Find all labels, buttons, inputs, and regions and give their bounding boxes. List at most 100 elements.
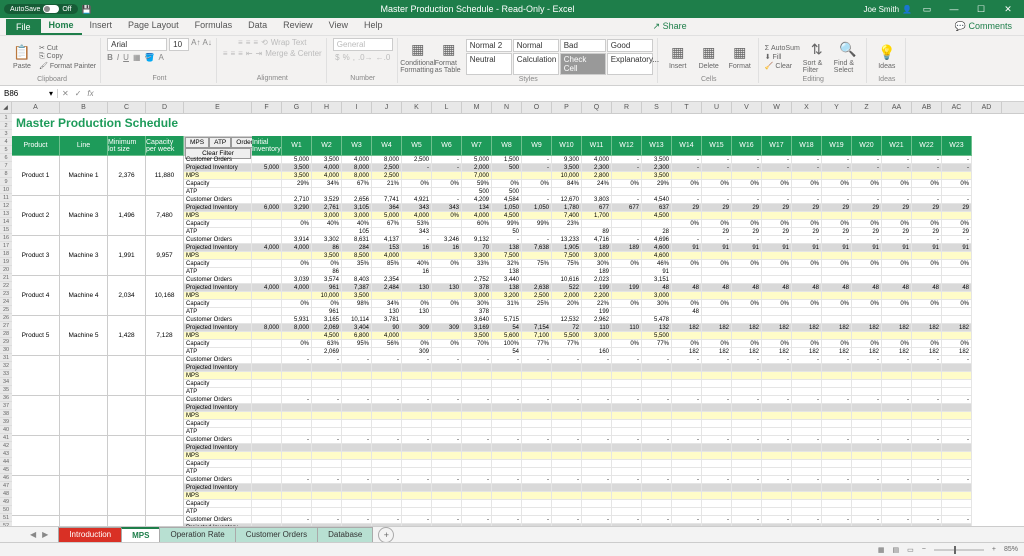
wrap-text-button[interactable]: Wrap Text [271,38,307,47]
col-head-R[interactable]: R [612,102,642,113]
col-head-V[interactable]: V [732,102,762,113]
col-head-AA[interactable]: AA [882,102,912,113]
col-head-J[interactable]: J [372,102,402,113]
col-head-I[interactable]: I [342,102,372,113]
col-head-Q[interactable]: Q [582,102,612,113]
file-tab[interactable]: File [6,19,41,35]
comments-button[interactable]: 💬 Comments [949,18,1018,35]
row-head-42[interactable]: 42 [0,442,12,450]
sheet-tab-introduction[interactable]: Introduction [58,527,122,542]
cut-button[interactable]: ✂ Cut [39,44,96,52]
nav-first-icon[interactable]: ◀ [30,530,36,539]
ribbon-tab-insert[interactable]: Insert [82,17,121,35]
col-head-K[interactable]: K [402,102,432,113]
row-head-44[interactable]: 44 [0,458,12,466]
row-head-25[interactable]: 25 [0,306,12,314]
cell[interactable]: Product 4 [12,276,60,316]
row-head-22[interactable]: 22 [0,282,12,290]
dec-decimal-icon[interactable]: ←.0 [376,53,391,62]
row-head-20[interactable]: 20 [0,266,12,274]
style-normal[interactable]: Normal [513,39,559,52]
number-format-select[interactable]: General [333,38,393,51]
row-head-31[interactable]: 31 [0,354,12,362]
row-head-32[interactable]: 32 [0,362,12,370]
row-head-7[interactable]: 7 [0,162,12,170]
increase-font-icon[interactable]: A↑ [191,38,200,51]
row-head-48[interactable]: 48 [0,490,12,498]
worksheet[interactable]: ◢ABCDEFGHIJKLMNOPQRSTUVWXYZAAABACAD 1234… [0,102,1024,536]
zoom-in-icon[interactable]: + [992,546,996,553]
col-head-A[interactable]: A [12,102,60,113]
sort-filter-button[interactable]: ⇅Sort & Filter [803,38,831,76]
row-head-3[interactable]: 3 [0,130,12,138]
row-head-18[interactable]: 18 [0,250,12,258]
col-head-E[interactable]: E [184,102,252,113]
style-check[interactable]: Check Cell [560,53,606,75]
align-mid-icon[interactable]: ≡ [246,38,251,47]
row-head-28[interactable]: 28 [0,330,12,338]
view-normal-icon[interactable]: ▦ [878,546,885,554]
row-head-21[interactable]: 21 [0,274,12,282]
row-head-1[interactable]: 1 [0,114,12,122]
filter-mps-button[interactable]: MPS [185,137,209,148]
row-head-36[interactable]: 36 [0,394,12,402]
share-button[interactable]: ↗ Share [647,18,693,35]
cell[interactable]: Product 5 [12,316,60,356]
name-box[interactable]: B86▾ [0,89,58,98]
row-head-41[interactable]: 41 [0,434,12,442]
indent-dec-icon[interactable]: ⇤ [246,49,253,58]
ribbon-tab-help[interactable]: Help [356,17,391,35]
col-head-Y[interactable]: Y [822,102,852,113]
row-head-34[interactable]: 34 [0,378,12,386]
col-head-T[interactable]: T [672,102,702,113]
user-avatar-icon[interactable]: 👤 [902,5,912,14]
col-head-F[interactable]: F [252,102,282,113]
row-head-38[interactable]: 38 [0,410,12,418]
style-explan[interactable]: Explanatory... [607,53,653,75]
bold-button[interactable]: B [107,53,113,62]
cell[interactable]: 9,957 [146,236,184,276]
style-normal2[interactable]: Normal 2 [466,39,512,52]
decrease-font-icon[interactable]: A↓ [202,38,211,51]
row-head-9[interactable]: 9 [0,178,12,186]
fx-icon[interactable]: fx [87,89,93,98]
cell[interactable]: 2,376 [108,156,146,196]
cell[interactable]: 11,880 [146,156,184,196]
cell[interactable]: Product 3 [12,236,60,276]
font-name-select[interactable]: Arial [107,38,167,51]
col-head-P[interactable]: P [552,102,582,113]
format-cells-button[interactable]: ▦Format [726,38,754,76]
col-head-D[interactable]: D [146,102,184,113]
col-head-C[interactable]: C [108,102,146,113]
nav-prev-icon[interactable]: ▶ [42,530,48,539]
col-head-G[interactable]: G [282,102,312,113]
close-icon[interactable]: ✕ [996,0,1020,18]
ideas-button[interactable]: 💡Ideas [873,38,901,76]
font-color-icon[interactable]: A [158,53,163,62]
col-head-U[interactable]: U [702,102,732,113]
style-neutral[interactable]: Neutral [466,53,512,75]
align-center-icon[interactable]: ≡ [231,49,236,58]
cell[interactable]: 1,991 [108,236,146,276]
row-head-29[interactable]: 29 [0,338,12,346]
row-head-39[interactable]: 39 [0,418,12,426]
row-head-8[interactable]: 8 [0,170,12,178]
cancel-icon[interactable]: ✕ [62,89,69,98]
row-head-12[interactable]: 12 [0,202,12,210]
inc-decimal-icon[interactable]: .0→ [358,53,373,62]
row-head-26[interactable]: 26 [0,314,12,322]
add-sheet-button[interactable]: + [378,527,394,543]
italic-button[interactable]: I [117,53,119,62]
cell[interactable]: Machine 4 [60,276,108,316]
ribbon-tab-home[interactable]: Home [41,17,82,35]
autosave-toggle[interactable]: AutoSaveOff [4,4,78,14]
ribbon-tab-data[interactable]: Data [240,17,275,35]
copy-button[interactable]: ⎘ Copy [39,53,96,61]
row-head-14[interactable]: 14 [0,218,12,226]
save-icon[interactable]: 💾 [82,5,92,14]
cell[interactable]: 1,428 [108,316,146,356]
zoom-level[interactable]: 85% [1004,546,1018,553]
col-head-M[interactable]: M [462,102,492,113]
col-head-W[interactable]: W [762,102,792,113]
style-bad[interactable]: Bad [560,39,606,52]
